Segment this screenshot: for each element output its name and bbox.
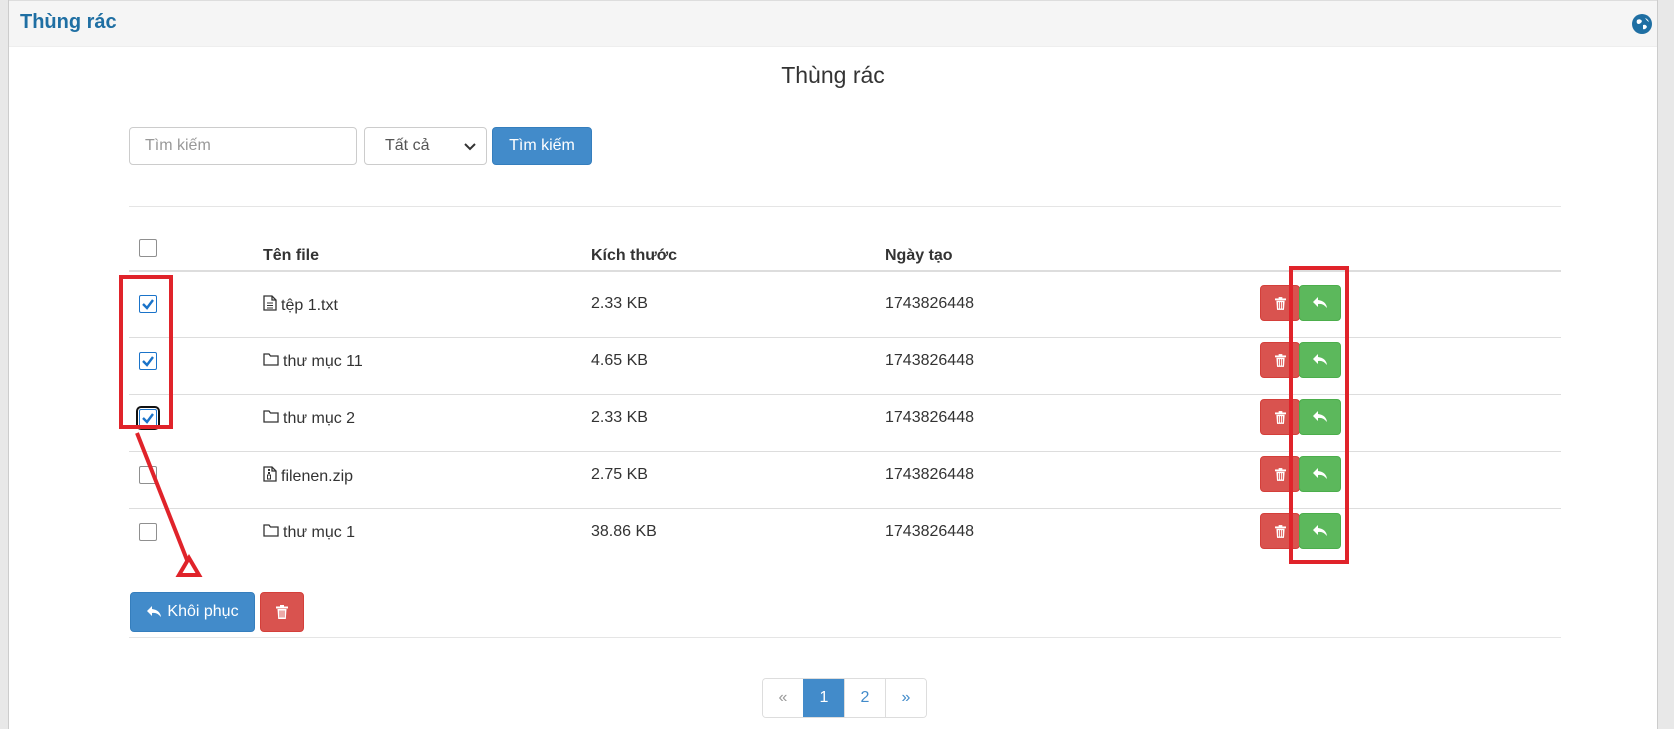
restore-selected-label: Khôi phục (167, 603, 239, 620)
row-file-name[interactable]: filenen.zip (263, 466, 353, 487)
row-file-name[interactable]: thư mục 11 (263, 352, 363, 371)
reply-icon (147, 606, 162, 617)
divider (129, 206, 1561, 207)
text-file-icon (263, 295, 277, 316)
row-size: 4.65 KB (591, 352, 648, 369)
trash-icon (1274, 467, 1286, 481)
annotation-restore-buttons-highlight (1289, 266, 1349, 564)
trash-icon (1274, 353, 1286, 367)
column-header-created: Ngày tạo (885, 247, 953, 264)
pagination: « 1 2 » (762, 678, 927, 718)
row-created: 1743826448 (885, 523, 974, 540)
pagination-page-2[interactable]: 2 (844, 679, 885, 717)
row-file-name-text: thư mục 2 (283, 409, 356, 427)
delete-selected-button[interactable] (260, 592, 304, 632)
pagination-prev[interactable]: « (763, 679, 803, 717)
filter-select-value: Tất cả (385, 137, 430, 154)
zip-file-icon (263, 466, 277, 487)
folder-icon (263, 352, 279, 371)
trash-icon (1274, 410, 1286, 424)
row-created: 1743826448 (885, 409, 974, 426)
folder-icon (263, 409, 279, 428)
filter-select[interactable]: Tất cả (364, 127, 487, 165)
trash-icon (276, 605, 288, 619)
row-file-name-text: tệp 1.txt (281, 296, 338, 314)
trash-icon (1274, 524, 1286, 538)
globe-icon[interactable] (1631, 13, 1653, 35)
pagination-next[interactable]: » (885, 679, 926, 717)
search-button[interactable]: Tìm kiếm (492, 127, 592, 165)
trash-icon (1274, 296, 1286, 310)
row-size: 2.33 KB (591, 409, 648, 426)
row-file-name[interactable]: thư mục 1 (263, 523, 355, 542)
trash-panel: Thùng rác Thùng rác Tất cả Tìm kiếm Tên … (8, 0, 1658, 729)
chevron-down-icon (464, 143, 476, 151)
row-file-name-text: thư mục 11 (283, 352, 363, 370)
row-created: 1743826448 (885, 295, 974, 312)
row-file-name-text: filenen.zip (281, 467, 354, 485)
row-size: 2.75 KB (591, 466, 648, 483)
row-file-name[interactable]: thư mục 2 (263, 409, 355, 428)
row-size: 38.86 KB (591, 523, 657, 540)
divider (129, 637, 1561, 638)
column-header-size: Kích thước (591, 247, 678, 264)
column-header-name: Tên file (263, 247, 320, 264)
folder-icon (263, 523, 279, 542)
row-created: 1743826448 (885, 352, 974, 369)
annotation-arrow (135, 432, 203, 577)
row-file-name-text: thư mục 1 (283, 523, 356, 541)
row-created: 1743826448 (885, 466, 974, 483)
pagination-page-1[interactable]: 1 (803, 679, 844, 717)
row-file-name[interactable]: tệp 1.txt (263, 295, 338, 316)
row-size: 2.33 KB (591, 295, 648, 312)
